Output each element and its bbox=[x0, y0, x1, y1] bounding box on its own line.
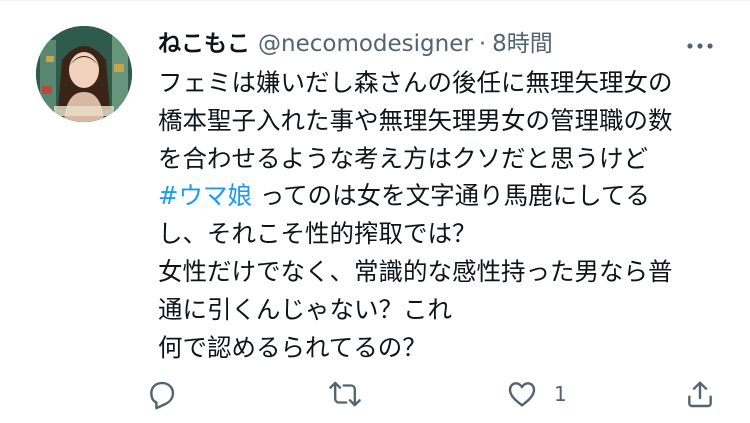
share-icon bbox=[688, 381, 712, 408]
more-options-button[interactable] bbox=[680, 30, 720, 60]
reply-button[interactable] bbox=[146, 372, 178, 416]
tweet-text-segment: ってのは女を文字通り馬鹿にしてる bbox=[252, 181, 650, 211]
tweet-actions: 1 bbox=[0, 372, 750, 416]
tweet-text-line: フェミは嫌いだし森さんの後任に無理矢理女の bbox=[158, 68, 673, 97]
hashtag-link[interactable]: #ウマ娘 bbox=[158, 181, 252, 210]
like-icon bbox=[508, 382, 536, 407]
display-name[interactable]: ねこもこ bbox=[158, 31, 250, 57]
tweet-text-line: を合わせるような考え方はクソだと思うけど bbox=[158, 143, 648, 173]
retweet-button[interactable] bbox=[328, 372, 362, 416]
tweet-text-line: し、それこそ性的搾取では？ bbox=[158, 219, 477, 249]
tweet-text-line: 通に引くんじゃない？これ bbox=[158, 294, 452, 324]
avatar-image bbox=[36, 26, 132, 122]
avatar[interactable] bbox=[36, 26, 132, 122]
top-divider bbox=[0, 0, 750, 1]
reply-icon bbox=[150, 381, 175, 410]
tweet-text: フェミは嫌いだし森さんの後任に無理矢理女の 橋本聖子入れた事や無理矢理男女の管理… bbox=[158, 64, 718, 366]
tweet-text-line: 何で認めるられてるの？ bbox=[158, 332, 427, 362]
share-button[interactable] bbox=[684, 372, 716, 416]
tweet-text-line: 女性だけでなく、常識的な感性持った男なら普 bbox=[158, 256, 673, 286]
user-handle[interactable]: @necomodesigner bbox=[258, 31, 473, 57]
tweet-text-line-with-hashtag: #ウマ娘 ってのは女を文字通り馬鹿にしてる bbox=[158, 177, 718, 215]
tweet-text-line: 橋本聖子入れた事や無理矢理男女の管理職の数 bbox=[158, 105, 673, 135]
like-count: 1 bbox=[554, 382, 567, 406]
timestamp[interactable]: 8時間 bbox=[492, 31, 553, 57]
separator-dot: · bbox=[478, 31, 487, 57]
retweet-icon bbox=[329, 381, 361, 407]
tweet-header: ねこもこ @necomodesigner · 8時間 bbox=[158, 28, 553, 60]
more-options-icon bbox=[687, 43, 713, 49]
like-button[interactable]: 1 bbox=[506, 372, 567, 416]
